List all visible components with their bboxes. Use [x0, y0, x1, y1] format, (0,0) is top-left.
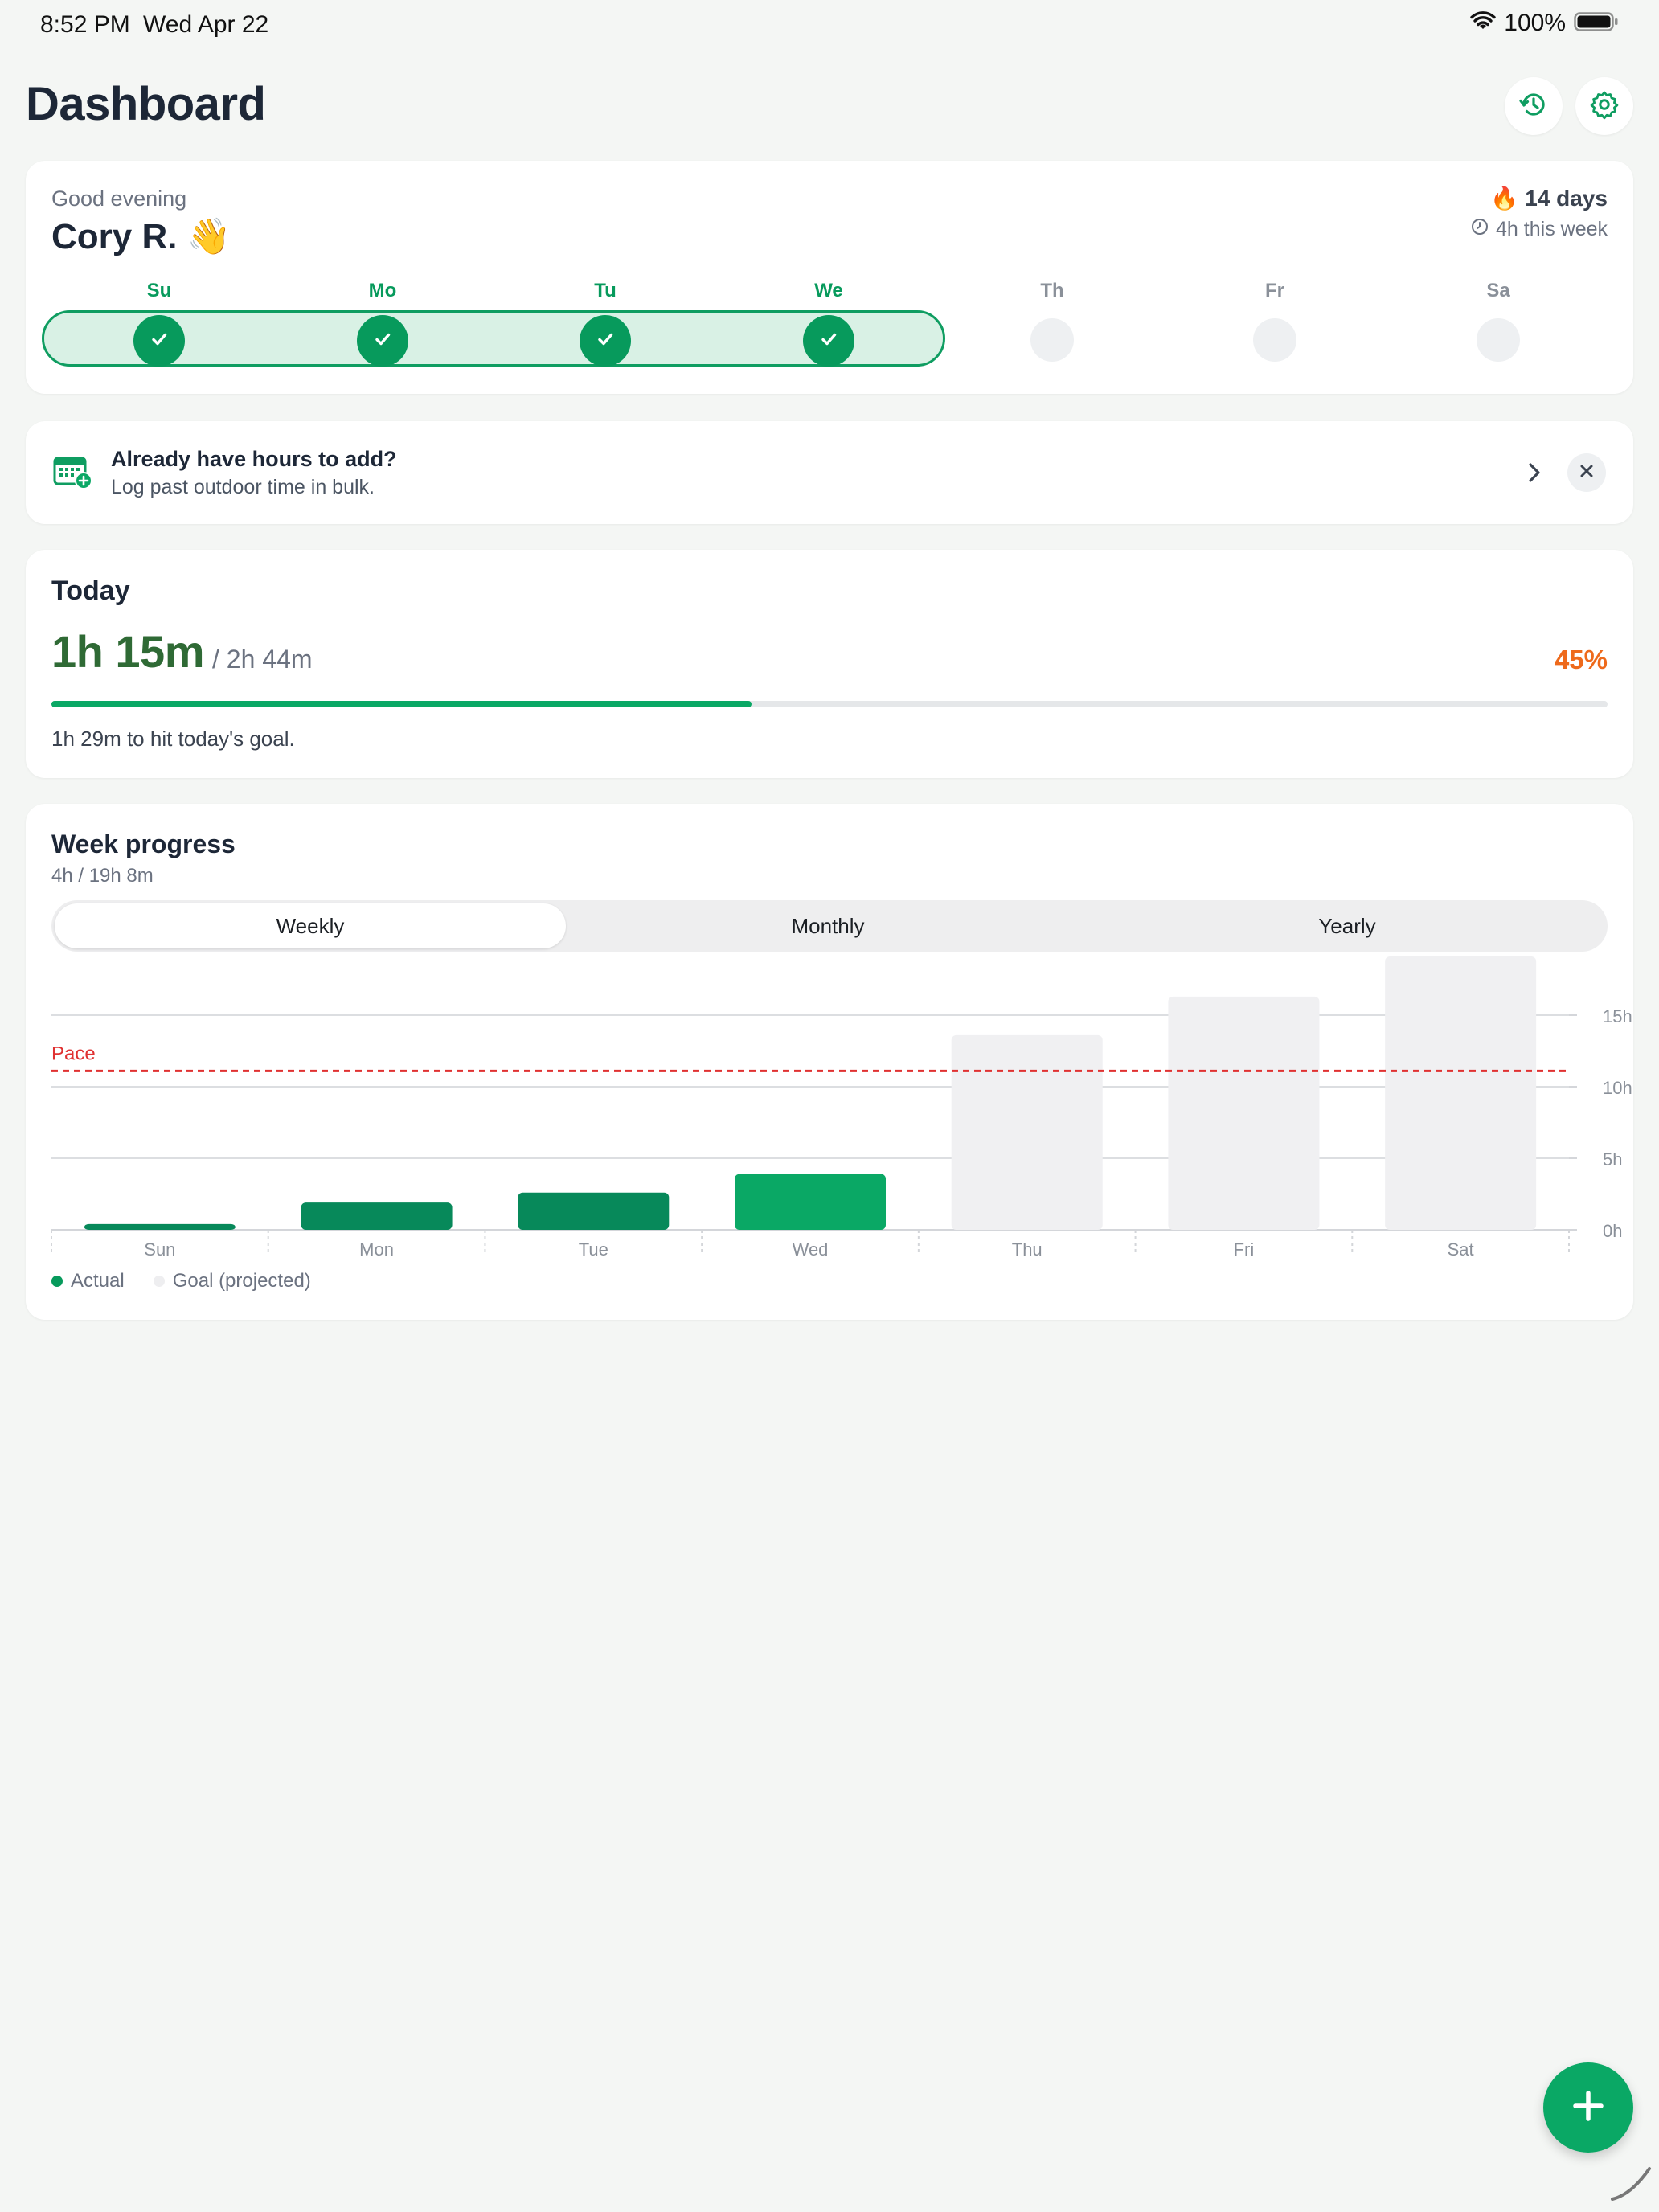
status-date: Wed Apr 22 [143, 11, 269, 38]
greeting-card: Good evening Cory R. 👋 🔥 14 days 4h this… [26, 161, 1633, 394]
legend-goal-dot [153, 1276, 165, 1287]
close-icon [1577, 461, 1596, 485]
tab-yearly[interactable]: Yearly [1092, 903, 1603, 948]
bar-goal-fri [1168, 996, 1320, 1230]
y-tick-label: 5h [1603, 1149, 1622, 1169]
today-card: Today 1h 15m / 2h 44m 45% 1h 29m to hit … [26, 550, 1633, 778]
today-title: Today [51, 576, 130, 606]
chart-legend: Actual Goal (projected) [51, 1270, 311, 1292]
bar-actual-mon [301, 1202, 453, 1230]
bar-actual-sun [84, 1223, 236, 1230]
week-progress-title: Week progress [51, 830, 236, 858]
day-label-sa: Sa [1486, 280, 1510, 301]
bar-goal-sat [1385, 956, 1537, 1230]
history-button[interactable] [1505, 77, 1563, 135]
day-label-mo: Mo [368, 280, 397, 301]
day-check-we[interactable] [803, 315, 854, 367]
greeting-subtitle: Good evening [51, 186, 187, 211]
day-check-su[interactable] [133, 315, 185, 367]
x-tick-label: Wed [793, 1239, 829, 1260]
pace-label: Pace [51, 1043, 96, 1064]
y-tick-label: 15h [1603, 1006, 1632, 1026]
day-empty-th[interactable] [1030, 318, 1074, 362]
today-progress-track [51, 701, 1608, 707]
week-hours-text: 4h this week [1496, 218, 1608, 240]
day-label-fr: Fr [1265, 280, 1284, 301]
day-empty-sa[interactable] [1477, 318, 1520, 362]
week-progress-subtitle: 4h / 19h 8m [51, 865, 154, 887]
tab-monthly[interactable]: Monthly [572, 903, 1083, 948]
battery-percent: 100% [1504, 10, 1566, 36]
fire-icon: 🔥 [1490, 186, 1519, 211]
day-check-tu[interactable] [580, 315, 631, 367]
day-label-su: Su [146, 280, 172, 301]
dismiss-banner-button[interactable] [1567, 453, 1606, 492]
today-progress-fill [51, 701, 752, 707]
x-tick-label: Sun [144, 1239, 175, 1260]
streak-count: 14 days [1525, 185, 1608, 211]
log-past-banner[interactable]: Already have hours to add? Log past outd… [26, 421, 1633, 524]
today-goal: / 2h 44m [212, 645, 313, 674]
wifi-icon [1470, 10, 1496, 36]
day-check-mo[interactable] [357, 315, 408, 367]
page-title: Dashboard [26, 78, 266, 130]
bar-goal-thu [951, 1034, 1103, 1230]
day-empty-fr[interactable] [1253, 318, 1296, 362]
x-tick-label: Thu [1012, 1239, 1043, 1260]
clock-icon [1470, 217, 1489, 242]
legend-goal: Goal (projected) [172, 1270, 311, 1292]
period-segmented-control: Weekly Monthly Yearly [51, 900, 1608, 952]
check-icon [371, 327, 395, 355]
history-icon [1518, 88, 1550, 125]
tab-weekly[interactable]: Weekly [55, 903, 566, 948]
log-past-title: Already have hours to add? [111, 447, 397, 471]
status-bar: 8:52 PM Wed Apr 22 100% [0, 0, 1659, 51]
week-bar-chart: 0h 5h 10h 15h Sun Mon Tue Wed Thu Fri Sat Pace [51, 956, 1632, 1260]
x-tick-label: Tue [579, 1239, 608, 1260]
week-progress-card: Week progress 4h / 19h 8m Weekly Monthly… [26, 804, 1633, 1320]
status-time: 8:52 PM [40, 11, 130, 38]
day-label-tu: Tu [594, 280, 616, 301]
streak-badge: 🔥 14 days [1490, 185, 1608, 211]
calendar-add-icon [53, 453, 93, 494]
check-icon [817, 327, 841, 355]
log-past-subtitle: Log past outdoor time in bulk. [111, 476, 375, 498]
week-hours: 4h this week [1470, 217, 1608, 242]
today-value: 1h 15m [51, 626, 205, 677]
chevron-right-icon[interactable] [1522, 457, 1546, 493]
legend-actual: Actual [71, 1270, 125, 1292]
status-right: 100% [1470, 10, 1619, 37]
x-tick-label: Fri [1234, 1239, 1255, 1260]
bar-actual-wed [735, 1174, 886, 1230]
y-tick-label: 0h [1603, 1221, 1622, 1241]
today-note: 1h 29m to hit today's goal. [51, 727, 295, 751]
bar-actual-tue [518, 1192, 670, 1230]
check-icon [147, 327, 171, 355]
today-percent: 45% [1554, 645, 1608, 674]
y-tick-label: 10h [1603, 1078, 1632, 1098]
add-time-button[interactable] [1543, 2062, 1633, 2153]
pencil-indicator-icon [1608, 2159, 1653, 2208]
x-tick-label: Sat [1448, 1239, 1474, 1260]
battery-icon [1574, 10, 1619, 37]
gear-icon [1588, 88, 1620, 125]
plus-icon [1569, 2087, 1608, 2129]
user-name: Cory R. 👋 [51, 217, 231, 256]
settings-button[interactable] [1575, 77, 1633, 135]
check-icon [593, 327, 617, 355]
day-label-we: We [814, 280, 843, 301]
x-tick-label: Mon [359, 1239, 394, 1260]
legend-actual-dot [51, 1276, 63, 1287]
day-label-th: Th [1040, 280, 1064, 301]
